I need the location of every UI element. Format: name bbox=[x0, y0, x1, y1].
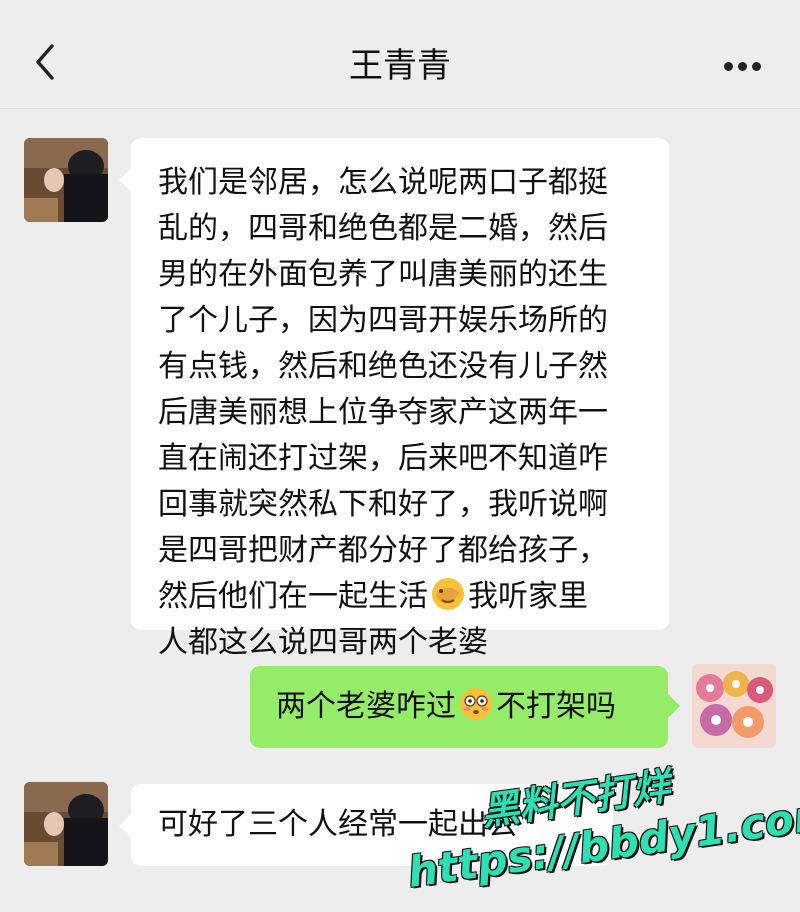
message-line: 乱的，四哥和绝色都是二婚，然后 bbox=[158, 211, 608, 246]
message-line: 然后他们在一起生活 我听家里 bbox=[158, 574, 669, 620]
message-bubble-incoming[interactable]: 可好了三个人经常一起出去 bbox=[119, 784, 613, 866]
message-text: 然后他们在一起生活 bbox=[158, 579, 428, 614]
message-text: 我听家里 bbox=[468, 579, 588, 614]
contact-avatar[interactable] bbox=[24, 138, 108, 222]
message-bubble-incoming[interactable]: 我们是邻居，怎么说呢两口子都挺 乱的，四哥和绝色都是二婚，然后 男的在外面包养了… bbox=[119, 138, 669, 660]
message-line: 男的在外面包养了叫唐美丽的还生 bbox=[158, 257, 608, 292]
contact-avatar[interactable] bbox=[24, 782, 108, 866]
message-line: 是四哥把财产都分好了都给孩子， bbox=[158, 533, 608, 568]
message-line: 回事就突然私下和好了，我听说啊 bbox=[158, 487, 608, 522]
more-dots-icon[interactable] bbox=[724, 56, 766, 71]
chat-header: 王青青 bbox=[0, 0, 800, 109]
message-line: 后唐美丽想上位争夺家产这两年一 bbox=[158, 395, 608, 430]
message-bubble-outgoing[interactable]: 两个老婆咋过 不打架吗 bbox=[250, 666, 680, 748]
message-line: 了个儿子，因为四哥开娱乐场所的 bbox=[158, 303, 608, 338]
facepalm-emoji-icon bbox=[432, 578, 464, 610]
user-avatar[interactable] bbox=[692, 664, 776, 748]
message-line: 我们是邻居，怎么说呢两口子都挺 bbox=[158, 165, 608, 200]
message-text: 不打架吗 bbox=[496, 689, 616, 724]
flushed-face-emoji-icon bbox=[460, 688, 492, 720]
message-line: 人都这么说四哥两个老婆 bbox=[158, 625, 488, 660]
message-line: 直在闹还打过架，后来吧不知道咋 bbox=[158, 441, 608, 476]
chat-title: 王青青 bbox=[349, 46, 451, 86]
message-text: 两个老婆咋过 bbox=[276, 689, 456, 724]
message-line: 有点钱，然后和绝色还没有儿子然 bbox=[158, 349, 608, 384]
message-text: 可好了三个人经常一起出去 bbox=[158, 807, 518, 842]
